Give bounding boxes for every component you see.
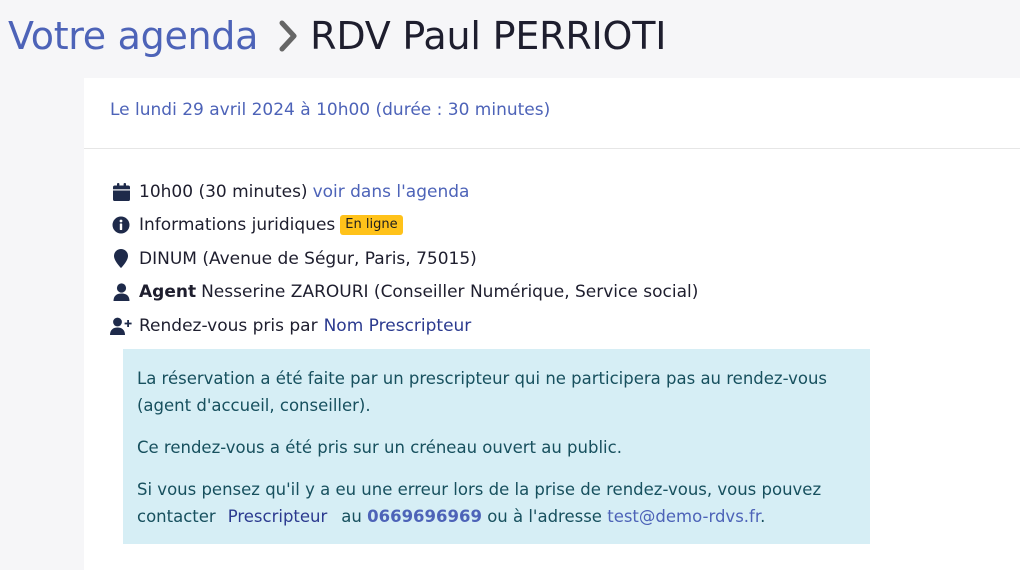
page-title: RDV Paul PERRIOTI <box>310 14 667 58</box>
alert-contact-au: au <box>341 507 362 526</box>
user-plus-icon <box>110 315 132 337</box>
alert-prescriber: Prescripteur <box>227 507 328 526</box>
alert-paragraph-1: La réservation a été faite par un prescr… <box>137 365 856 419</box>
alert-phone-link[interactable]: 0669696969 <box>367 507 482 526</box>
location-type-badge: En ligne <box>340 215 403 236</box>
detail-agent: Agent Nesserine ZAROURI (Conseiller Numé… <box>110 276 990 310</box>
divider <box>84 148 1020 149</box>
chevron-right-icon <box>270 16 306 56</box>
alert-email-link[interactable]: test@demo-rdvs.fr <box>607 507 760 526</box>
detail-motif: Informations juridiques En ligne <box>110 209 990 243</box>
prescriber-link[interactable]: Nom Prescripteur <box>324 316 472 336</box>
alert-paragraph-3: Si vous pensez qu'il y a eu une erreur l… <box>137 476 856 530</box>
detail-created-by: Rendez-vous pris par Nom Prescripteur <box>110 309 990 343</box>
alert-contact-prefix: contacter <box>137 507 216 526</box>
alert-end-period: . <box>760 507 766 526</box>
alert-line-1: La réservation a été faite par un prescr… <box>137 369 827 388</box>
see-in-agenda-link[interactable]: voir dans l'agenda <box>313 182 470 202</box>
breadcrumb-agenda-link[interactable]: Votre agenda <box>8 14 258 58</box>
appointment-card: Le lundi 29 avril 2024 à 10h00 (durée : … <box>84 78 1020 570</box>
appointment-details: 10h00 (30 minutes) voir dans l'agenda In… <box>110 175 990 343</box>
calendar-icon <box>110 181 132 203</box>
alert-line-1b: (agent d'accueil, conseiller). <box>137 396 371 415</box>
breadcrumb: Votre agenda RDV Paul PERRIOTI <box>0 0 1020 72</box>
detail-place: DINUM (Avenue de Ségur, Paris, 75015) <box>110 242 990 276</box>
map-marker-icon <box>110 248 132 270</box>
alert-line-2: Ce rendez-vous a été pris sur un créneau… <box>137 438 622 457</box>
info-icon <box>110 214 132 236</box>
prescriber-alert: La réservation a été faite par un prescr… <box>123 349 870 544</box>
user-icon <box>110 281 132 303</box>
agent-label: Agent <box>139 282 197 303</box>
detail-time: 10h00 (30 minutes) voir dans l'agenda <box>110 175 990 209</box>
place-text: DINUM (Avenue de Ségur, Paris, 75015) <box>139 248 477 269</box>
alert-paragraph-2: Ce rendez-vous a été pris sur un créneau… <box>137 434 856 461</box>
created-by-label: Rendez-vous pris par <box>139 315 318 336</box>
page: Votre agenda RDV Paul PERRIOTI Le lundi … <box>0 0 1020 570</box>
alert-line-3a: Si vous pensez qu'il y a eu une erreur l… <box>137 480 822 499</box>
appointment-date: Le lundi 29 avril 2024 à 10h00 (durée : … <box>110 100 551 120</box>
agent-value: Nesserine ZAROURI (Conseiller Numérique,… <box>201 282 699 303</box>
motif-text: Informations juridiques <box>139 215 336 236</box>
alert-contact-email-prefix: ou à l'adresse <box>487 507 602 526</box>
time-text: 10h00 (30 minutes) <box>139 181 308 202</box>
